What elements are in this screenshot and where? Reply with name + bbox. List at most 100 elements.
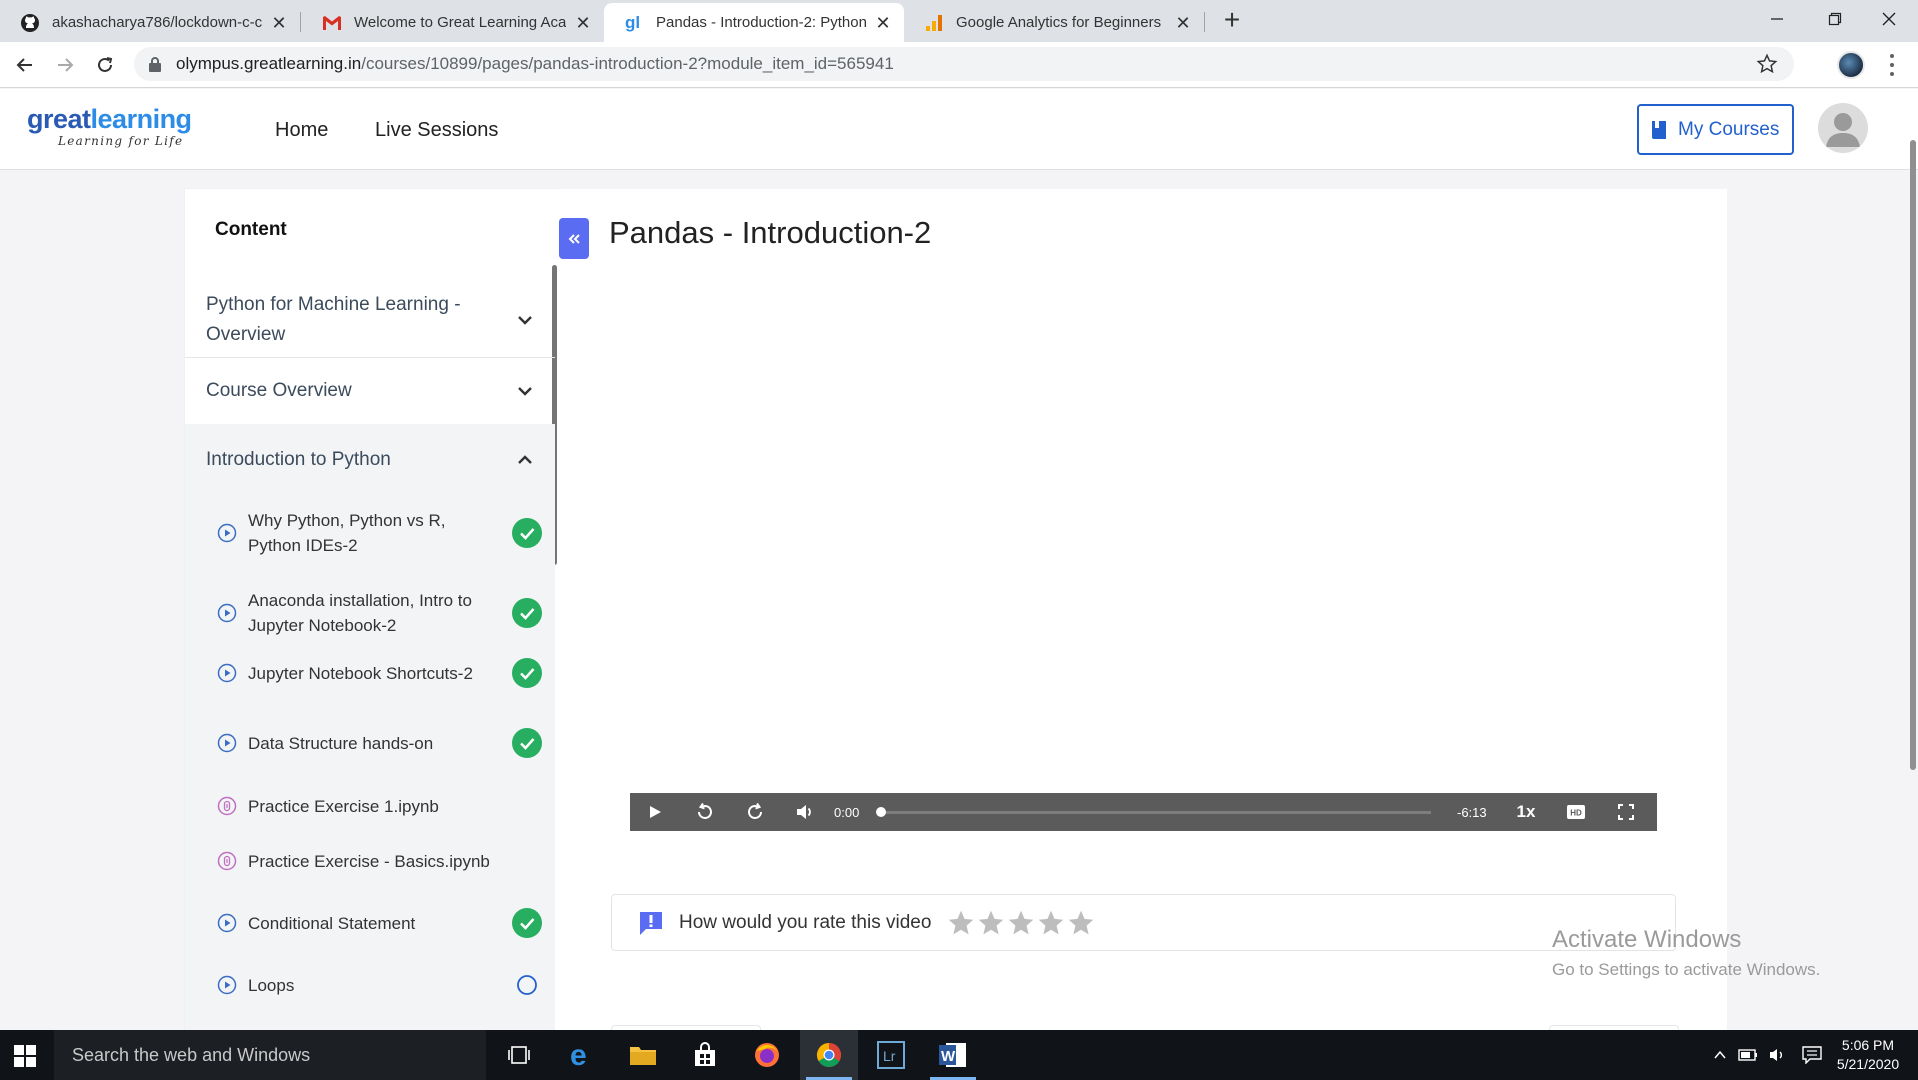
file-explorer-icon[interactable] <box>614 1030 672 1080</box>
word-icon[interactable]: W <box>924 1030 982 1080</box>
lesson-item[interactable]: Data Structure hands-on <box>217 719 542 767</box>
video-progress-bar[interactable] <box>876 806 1431 817</box>
playback-speed-button[interactable]: 1x <box>1501 802 1551 822</box>
module-name: Course Overview <box>206 380 352 401</box>
browser-tab-bar: akashacharya786/lockdown-c-co ✕ Welcome … <box>0 0 1918 42</box>
completed-check-icon <box>512 518 542 548</box>
battery-icon[interactable] <box>1738 1048 1758 1062</box>
user-avatar[interactable] <box>1818 103 1868 153</box>
analytics-icon <box>924 13 944 33</box>
file-attachment-icon <box>217 796 237 816</box>
window-close-icon[interactable] <box>1860 0 1918 38</box>
watermark-line1: Activate Windows <box>1552 926 1742 953</box>
lightroom-icon[interactable]: Lr <box>862 1030 920 1080</box>
chevron-down-icon <box>518 315 532 325</box>
lesson-name: Anaconda installation, Intro to Jupyter … <box>248 591 472 635</box>
chrome-icon[interactable] <box>800 1030 858 1080</box>
hd-quality-icon[interactable]: HD <box>1551 793 1601 831</box>
greatlearning-logo[interactable]: greatlearning Learning for Life <box>27 105 227 151</box>
bookmark-star-icon[interactable] <box>1756 53 1778 75</box>
windows-start-icon[interactable] <box>14 1045 36 1067</box>
module-name: Python for Machine Learning - Overview <box>206 293 461 345</box>
browser-tab-gmail[interactable]: Welcome to Great Learning Acad ✕ <box>302 3 604 42</box>
lesson-name: Loops <box>248 975 295 995</box>
module-python-ml-overview[interactable]: Python for Machine Learning - Overview <box>185 282 555 358</box>
rating-star-icon[interactable] <box>1037 909 1065 937</box>
chevron-down-icon <box>518 387 532 396</box>
play-icon[interactable] <box>630 793 680 831</box>
rating-star-icon[interactable] <box>1007 909 1035 937</box>
lesson-item[interactable]: Loops <box>217 961 542 1009</box>
restore-icon[interactable] <box>1806 0 1864 38</box>
browser-tab-analytics[interactable]: Google Analytics for Beginners ✕ <box>904 3 1204 42</box>
tab-close-icon[interactable]: ✕ <box>1174 14 1192 32</box>
browser-menu-icon[interactable] <box>1884 52 1900 78</box>
lesson-list: Why Python, Python vs R, Python IDEs-2 A… <box>185 494 555 1030</box>
taskbar-clock[interactable]: 5:06 PM 5/21/2020 <box>1828 1036 1908 1074</box>
watermark-line2: Go to Settings to activate Windows. <box>1552 960 1821 979</box>
lesson-item[interactable]: Conditional Statement <box>217 899 542 947</box>
lesson-name: Conditional Statement <box>248 913 416 933</box>
lesson-name: Jupyter Notebook Shortcuts-2 <box>248 663 473 683</box>
lesson-item[interactable]: Practice Exercise - Basics.ipynb <box>217 837 542 885</box>
back-arrow-icon[interactable] <box>10 50 40 80</box>
lesson-item[interactable]: Practice Exercise 1.ipynb <box>217 782 542 830</box>
forward-icon[interactable] <box>730 793 780 831</box>
store-icon[interactable] <box>676 1030 734 1080</box>
nav-live-sessions[interactable]: Live Sessions <box>375 119 498 142</box>
task-view-icon[interactable] <box>490 1030 548 1080</box>
module-introduction-to-python[interactable]: Introduction to Python <box>185 424 555 496</box>
lesson-item[interactable]: Why Python, Python vs R, Python IDEs-2 <box>217 504 542 562</box>
main-content: Pandas - Introduction-2 0:00 -6:13 1x HD… <box>559 189 1727 1033</box>
completed-check-icon <box>512 658 542 688</box>
edge-browser-icon[interactable]: e <box>552 1030 610 1080</box>
notification-icon[interactable] <box>1802 1046 1822 1064</box>
video-progress-knob[interactable] <box>876 806 886 817</box>
module-course-overview[interactable]: Course Overview <box>185 359 555 423</box>
forward-arrow-icon[interactable] <box>50 50 80 80</box>
browser-profile-avatar[interactable] <box>1837 51 1865 79</box>
tab-title: Welcome to Great Learning Acad <box>354 14 566 31</box>
chevron-up-icon <box>518 455 532 464</box>
site-header: greatlearning Learning for Life Home Liv… <box>0 89 1918 170</box>
tab-close-icon[interactable]: ✕ <box>574 14 592 32</box>
lesson-item[interactable]: Anaconda installation, Intro to Jupyter … <box>217 584 542 642</box>
browser-tab-github[interactable]: akashacharya786/lockdown-c-co ✕ <box>0 3 300 42</box>
tab-close-icon[interactable]: ✕ <box>874 14 892 32</box>
rewind-icon[interactable] <box>680 793 730 831</box>
clock-time: 5:06 PM <box>1841 1037 1895 1053</box>
rating-prompt: How would you rate this video <box>679 911 932 933</box>
speaker-icon[interactable] <box>1768 1047 1788 1063</box>
svg-text:HD: HD <box>1570 809 1582 818</box>
my-courses-label: My Courses <box>1678 118 1780 140</box>
rating-star-icon[interactable] <box>1067 909 1095 937</box>
windows-taskbar: Search the web and Windows e Lr W 5:06 P… <box>0 1030 1918 1080</box>
url-host: olympus.greatlearning.in <box>176 54 362 73</box>
rating-star-icon[interactable] <box>947 909 975 937</box>
minimize-icon[interactable] <box>1748 0 1806 38</box>
page-scrollbar[interactable] <box>1910 140 1916 770</box>
svg-text:W: W <box>941 1048 956 1065</box>
reload-icon[interactable] <box>90 50 120 80</box>
nav-home[interactable]: Home <box>275 119 328 142</box>
new-tab-icon[interactable]: + <box>1218 6 1246 36</box>
taskbar-search-input[interactable]: Search the web and Windows <box>54 1030 486 1080</box>
page-title: Pandas - Introduction-2 <box>609 215 932 250</box>
volume-icon[interactable] <box>780 793 830 831</box>
tab-close-icon[interactable]: ✕ <box>270 14 288 32</box>
my-courses-button[interactable]: My Courses <box>1637 104 1794 155</box>
rating-star-icon[interactable] <box>977 909 1005 937</box>
video-current-time: 0:00 <box>834 804 860 820</box>
svg-text:Lr: Lr <box>883 1048 896 1064</box>
book-icon <box>1652 120 1666 139</box>
url-field[interactable]: olympus.greatlearning.in/courses/10899/p… <box>134 47 1794 81</box>
logo-tagline: Learning for Life <box>58 134 184 148</box>
fullscreen-icon[interactable] <box>1601 793 1651 831</box>
browser-tab-active[interactable]: gl Pandas - Introduction-2: Python f ✕ <box>604 3 904 42</box>
completed-check-icon <box>512 728 542 758</box>
collapse-sidebar-button[interactable] <box>559 218 589 259</box>
content-sidebar: Content Python for Machine Learning - Ov… <box>185 189 559 1030</box>
show-hidden-icons-icon[interactable] <box>1712 1047 1728 1063</box>
firefox-icon[interactable] <box>738 1030 796 1080</box>
lesson-item[interactable]: Jupyter Notebook Shortcuts-2 <box>217 649 542 697</box>
